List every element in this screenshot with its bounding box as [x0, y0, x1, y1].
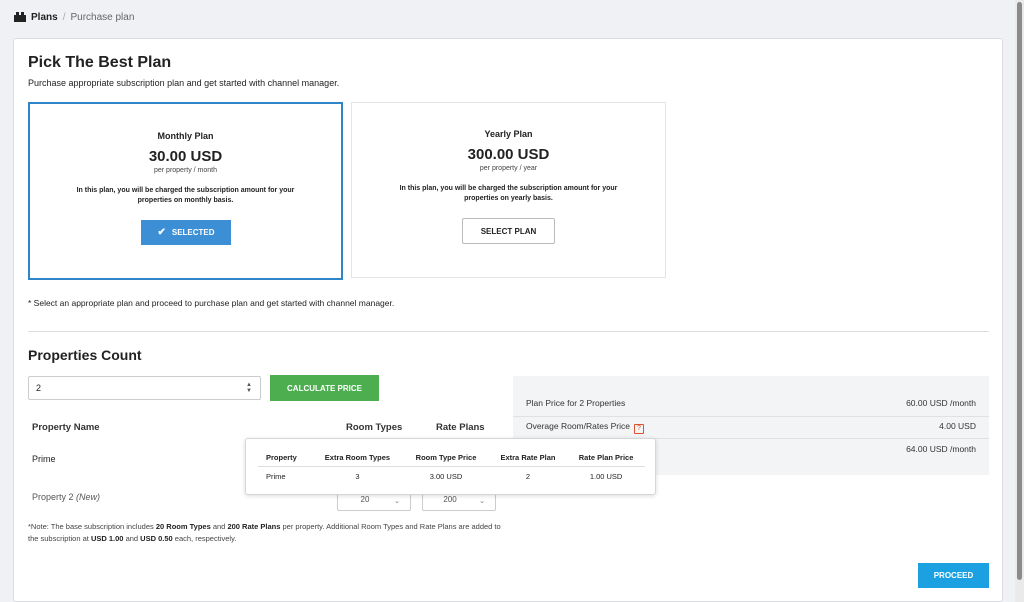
summary-label-overage: Overage Room/Rates Price?	[526, 421, 644, 434]
chevron-down-icon: ⌄	[479, 498, 485, 505]
breadcrumb-separator: /	[62, 11, 66, 23]
proceed-button[interactable]: PROCEED	[918, 563, 989, 588]
column-header: Extra Room Types	[311, 449, 404, 467]
base-subscription-note: *Note: The base subscription includes 20…	[28, 522, 501, 543]
table-header-row: Property Extra Room Types Room Type Pric…	[258, 449, 645, 467]
properties-count-title: Properties Count	[28, 347, 142, 363]
room-types-value: 20	[360, 495, 370, 504]
chevron-down-icon: ⌄	[394, 498, 400, 505]
plan-description: In this plan, you will be charged the su…	[76, 187, 295, 204]
plan-description: In this plan, you will be charged the su…	[399, 185, 618, 202]
page-subtitle: Purchase appropriate subscription plan a…	[28, 78, 340, 88]
new-tag: (New)	[76, 492, 101, 502]
plan-period: per property / month	[153, 167, 218, 174]
page-scrollbar[interactable]	[1015, 0, 1024, 602]
section-divider	[28, 331, 989, 332]
table-row: Prime 3 3.00 USD 2 1.00 USD	[258, 467, 645, 487]
plan-name: Yearly Plan	[484, 129, 533, 139]
page-title: Pick The Best Plan	[28, 54, 172, 71]
table-cell: Prime	[266, 472, 286, 481]
column-header: Room Type Price	[403, 449, 489, 467]
column-header-room-types: Room Types	[346, 422, 403, 433]
spinner-arrows-icon[interactable]: ▲ ▼	[246, 382, 252, 394]
table-cell: 1.00 USD	[589, 472, 623, 481]
properties-count-value: 2	[36, 383, 42, 393]
plan-card-monthly[interactable]: Monthly Plan 30.00 USD per property / mo…	[28, 102, 343, 280]
plan-card-yearly[interactable]: Yearly Plan 300.00 USD per property / ye…	[351, 102, 666, 278]
column-header: Property	[258, 449, 312, 467]
column-header: Rate Plan Price	[567, 449, 645, 467]
plan-price: 30.00 USD	[148, 148, 223, 165]
properties-count-input[interactable]: 2 ▲ ▼	[28, 376, 261, 400]
selected-button[interactable]: ✔ SELECTED	[141, 220, 231, 245]
scrollbar-thumb[interactable]	[1017, 2, 1022, 580]
plan-price: 300.00 USD	[467, 146, 550, 163]
property-name-2: Property 2 (New)	[32, 492, 100, 502]
calculate-price-button[interactable]: CALCULATE PRICE	[270, 375, 379, 401]
overage-tooltip: Property Extra Room Types Room Type Pric…	[245, 438, 656, 495]
summary-label: Plan Price for 2 Properties	[526, 398, 626, 408]
select-plan-button[interactable]: SELECT PLAN	[462, 218, 555, 244]
breadcrumb-plans-link[interactable]: Plans	[31, 12, 58, 23]
table-cell: 3	[355, 472, 360, 481]
summary-divider	[513, 416, 989, 417]
check-icon: ✔	[157, 227, 166, 238]
selected-button-label: SELECTED	[171, 228, 215, 237]
summary-value: 60.00 USD /month	[906, 398, 976, 408]
table-cell: 2	[525, 472, 531, 481]
plan-name: Monthly Plan	[157, 131, 214, 141]
overage-breakdown-table: Property Extra Room Types Room Type Pric…	[258, 449, 645, 486]
home-icon	[14, 12, 26, 22]
column-header-rate-plans: Rate Plans	[436, 422, 485, 433]
plan-note: * Select an appropriate plan and proceed…	[28, 298, 395, 308]
plan-period: per property / year	[479, 165, 538, 172]
property-name-prime: Prime	[32, 454, 56, 464]
rate-plans-value: 200	[443, 495, 457, 504]
breadcrumb: Plans / Purchase plan	[14, 10, 134, 24]
summary-total-value: 64.00 USD /month	[906, 444, 976, 454]
property-name-label: Property 2	[32, 492, 74, 502]
table-cell: 3.00 USD	[429, 472, 463, 481]
column-header-property-name: Property Name	[32, 422, 100, 433]
breadcrumb-current: Purchase plan	[70, 11, 135, 23]
summary-value: 4.00 USD	[939, 421, 976, 431]
column-header: Extra Rate Plan	[488, 449, 568, 467]
info-icon[interactable]: ?	[633, 424, 644, 434]
